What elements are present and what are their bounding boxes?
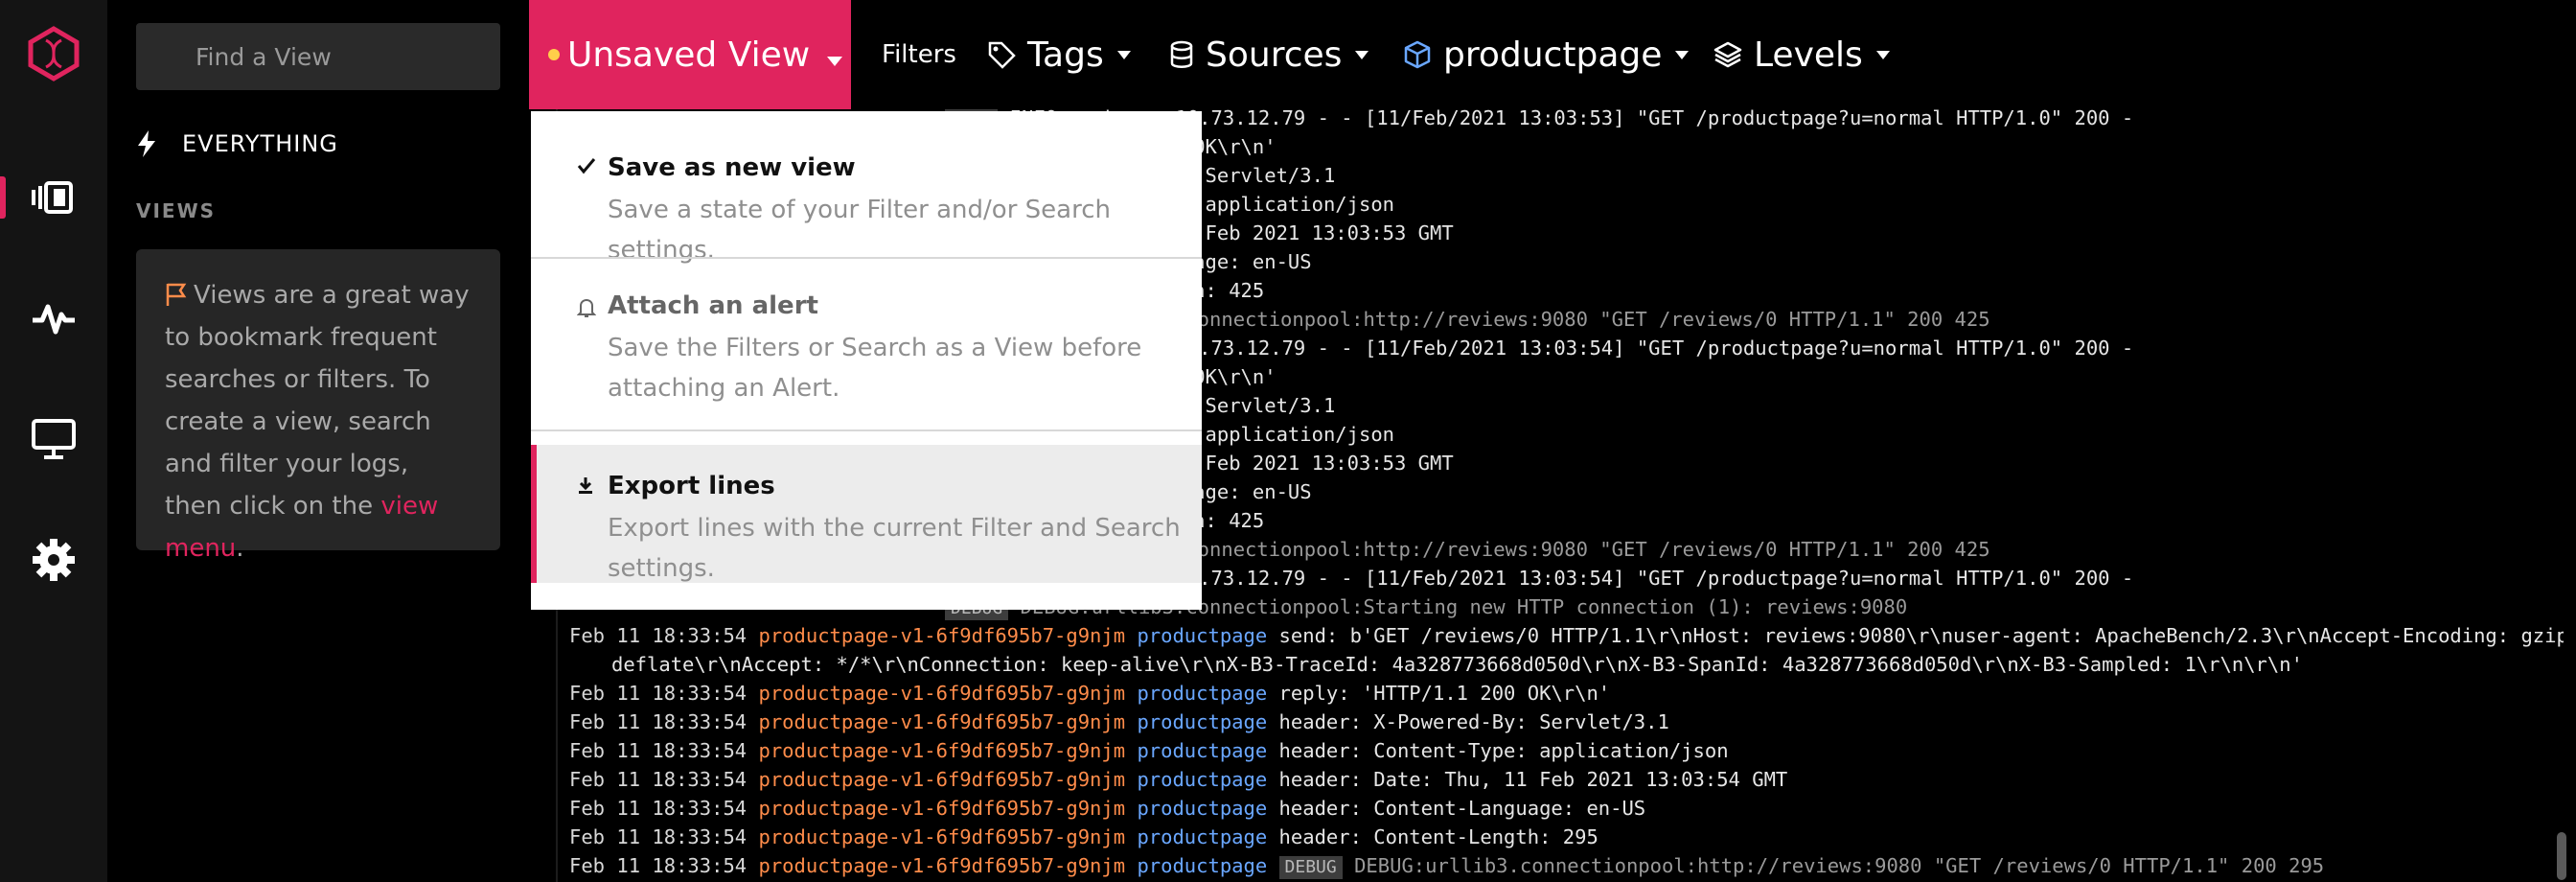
- views-help-box: Views are a great way to bookmark freque…: [136, 249, 500, 563]
- log-line[interactable]: deflate\r\nAccept: */*\r\nConnection: ke…: [611, 650, 2303, 679]
- log-pod[interactable]: productpage-v1-6f9df695b7-g9njm: [758, 710, 1125, 733]
- view-menu-dropdown: Save as new view Save a state of your Fi…: [531, 111, 1202, 610]
- log-pod[interactable]: productpage-v1-6f9df695b7-g9njm: [758, 797, 1125, 820]
- log-app[interactable]: productpage: [1137, 854, 1267, 877]
- chevron-down-icon: [1675, 50, 1690, 59]
- log-app[interactable]: productpage: [1137, 710, 1267, 733]
- views-heading: VIEWS: [136, 199, 217, 222]
- export-lines-item[interactable]: Export lines Export lines with the curre…: [531, 445, 1202, 583]
- log-message: header: Date: Thu, 11 Feb 2021 13:03:54 …: [1278, 768, 1788, 791]
- tags-label: Tags: [1027, 35, 1104, 75]
- log-line[interactable]: Feb 11 18:33:54 productpage-v1-6f9df695b…: [569, 823, 1598, 851]
- log-app[interactable]: productpage: [1137, 624, 1267, 647]
- everything-label: EVERYTHING: [182, 130, 338, 157]
- log-timestamp: Feb 11 18:33:54: [569, 739, 748, 762]
- views-help-text: Views are a great way to bookmark freque…: [165, 281, 470, 521]
- monitor-icon[interactable]: [0, 401, 107, 477]
- levels-label: Levels: [1754, 35, 1863, 75]
- log-message: DEBUG:urllib3.connectionpool:http://revi…: [1354, 854, 2325, 877]
- view-menu-button[interactable]: Unsaved View: [529, 0, 851, 109]
- views-help-end: .: [236, 534, 244, 563]
- log-line[interactable]: Feb 11 18:33:54 productpage-v1-6f9df695b…: [569, 736, 1729, 765]
- log-line[interactable]: Feb 11 18:33:54 productpage-v1-6f9df695b…: [569, 851, 2324, 880]
- sources-label: Sources: [1206, 35, 1343, 75]
- bolt-icon: [138, 130, 155, 157]
- menu-divider: [531, 429, 1202, 431]
- log-message: send: b'GET /reviews/0 HTTP/1.1\r\nHost:…: [1278, 624, 2564, 647]
- alert-desc: Save the Filters or Search as a View bef…: [608, 334, 1142, 403]
- chevron-down-icon: [1116, 50, 1131, 59]
- layers-icon: [1714, 40, 1742, 69]
- chevron-down-icon: [827, 35, 843, 75]
- export-desc: Export lines with the current Filter and…: [608, 514, 1181, 583]
- log-app[interactable]: productpage: [1137, 797, 1267, 820]
- sources-button[interactable]: Sources: [1169, 0, 1369, 109]
- log-line[interactable]: Feb 11 18:33:54 productpage-v1-6f9df695b…: [569, 679, 1610, 708]
- everything-item[interactable]: EVERYTHING: [136, 123, 338, 165]
- log-timestamp: Feb 11 18:33:54: [569, 682, 748, 705]
- log-scrollbar[interactable]: [2557, 832, 2566, 880]
- save-title: Save as new view: [608, 153, 856, 182]
- database-icon: [1169, 40, 1194, 69]
- log-message: header: X-Powered-By: Servlet/3.1: [1278, 710, 1669, 733]
- log-level-badge[interactable]: DEBUG: [1278, 856, 1343, 879]
- log-line[interactable]: Feb 11 18:33:54 productpage-v1-6f9df695b…: [569, 794, 1645, 823]
- log-line[interactable]: Feb 11 18:33:54 productpage-v1-6f9df695b…: [569, 708, 1669, 736]
- cube-icon: [1403, 40, 1432, 69]
- chevron-down-icon: [1355, 50, 1369, 59]
- chevron-down-icon: [1875, 50, 1890, 59]
- bell-icon: [576, 297, 597, 322]
- download-icon: [577, 476, 594, 499]
- app-label: productpage: [1443, 35, 1663, 75]
- log-line[interactable]: Feb 11 18:33:54 productpage-v1-6f9df695b…: [569, 621, 2564, 650]
- log-timestamp: Feb 11 18:33:54: [569, 624, 748, 647]
- log-pod[interactable]: productpage-v1-6f9df695b7-g9njm: [758, 768, 1125, 791]
- log-app[interactable]: productpage: [1137, 768, 1267, 791]
- save-as-new-view-item[interactable]: Save as new view Save a state of your Fi…: [531, 111, 1202, 265]
- views-icon[interactable]: [0, 159, 107, 236]
- tags-button[interactable]: Tags: [987, 0, 1131, 109]
- log-line[interactable]: Feb 11 18:33:54 productpage-v1-6f9df695b…: [569, 765, 1787, 794]
- log-pod[interactable]: productpage-v1-6f9df695b7-g9njm: [758, 825, 1125, 848]
- log-timestamp: Feb 11 18:33:54: [569, 710, 748, 733]
- log-timestamp: Feb 11 18:33:54: [569, 797, 748, 820]
- log-timestamp: Feb 11 18:33:54: [569, 825, 748, 848]
- log-message: header: Content-Language: en-US: [1278, 797, 1646, 820]
- export-title: Export lines: [608, 472, 775, 500]
- log-message: header: Content-Length: 295: [1278, 825, 1598, 848]
- log-pod[interactable]: productpage-v1-6f9df695b7-g9njm: [758, 682, 1125, 705]
- gear-icon[interactable]: [0, 522, 107, 598]
- view-title: Unsaved View: [567, 35, 811, 75]
- top-bar: Unsaved View Filters Tags Sources produc…: [529, 0, 2576, 109]
- alert-title: Attach an alert: [608, 291, 818, 320]
- find-view-input[interactable]: [136, 23, 500, 90]
- log-message: header: Content-Type: application/json: [1278, 739, 1729, 762]
- log-message: reply: 'HTTP/1.1 200 OK\r\n': [1278, 682, 1611, 705]
- log-pod[interactable]: productpage-v1-6f9df695b7-g9njm: [758, 739, 1125, 762]
- tag-icon: [987, 40, 1016, 69]
- log-app[interactable]: productpage: [1137, 825, 1267, 848]
- unsaved-dot: [548, 49, 560, 60]
- nav-rail: [0, 0, 107, 882]
- log-message: deflate\r\nAccept: */*\r\nConnection: ke…: [611, 653, 2303, 676]
- log-timestamp: Feb 11 18:33:54: [569, 854, 748, 877]
- flag-icon: [166, 283, 187, 306]
- logo-icon[interactable]: [0, 15, 107, 92]
- apps-button[interactable]: productpage: [1403, 0, 1690, 109]
- attach-alert-item[interactable]: Attach an alert Save the Filters or Sear…: [531, 259, 1202, 429]
- log-pod[interactable]: productpage-v1-6f9df695b7-g9njm: [758, 854, 1125, 877]
- views-sidebar: EVERYTHING VIEWS Views are a great way t…: [107, 0, 529, 882]
- graph-icon[interactable]: [0, 280, 107, 357]
- check-icon: [577, 157, 596, 178]
- log-pod[interactable]: productpage-v1-6f9df695b7-g9njm: [758, 624, 1125, 647]
- filters-button[interactable]: Filters: [882, 0, 956, 109]
- filters-label: Filters: [882, 40, 956, 69]
- log-app[interactable]: productpage: [1137, 682, 1267, 705]
- log-timestamp: Feb 11 18:33:54: [569, 768, 748, 791]
- levels-button[interactable]: Levels: [1714, 0, 1890, 109]
- log-app[interactable]: productpage: [1137, 739, 1267, 762]
